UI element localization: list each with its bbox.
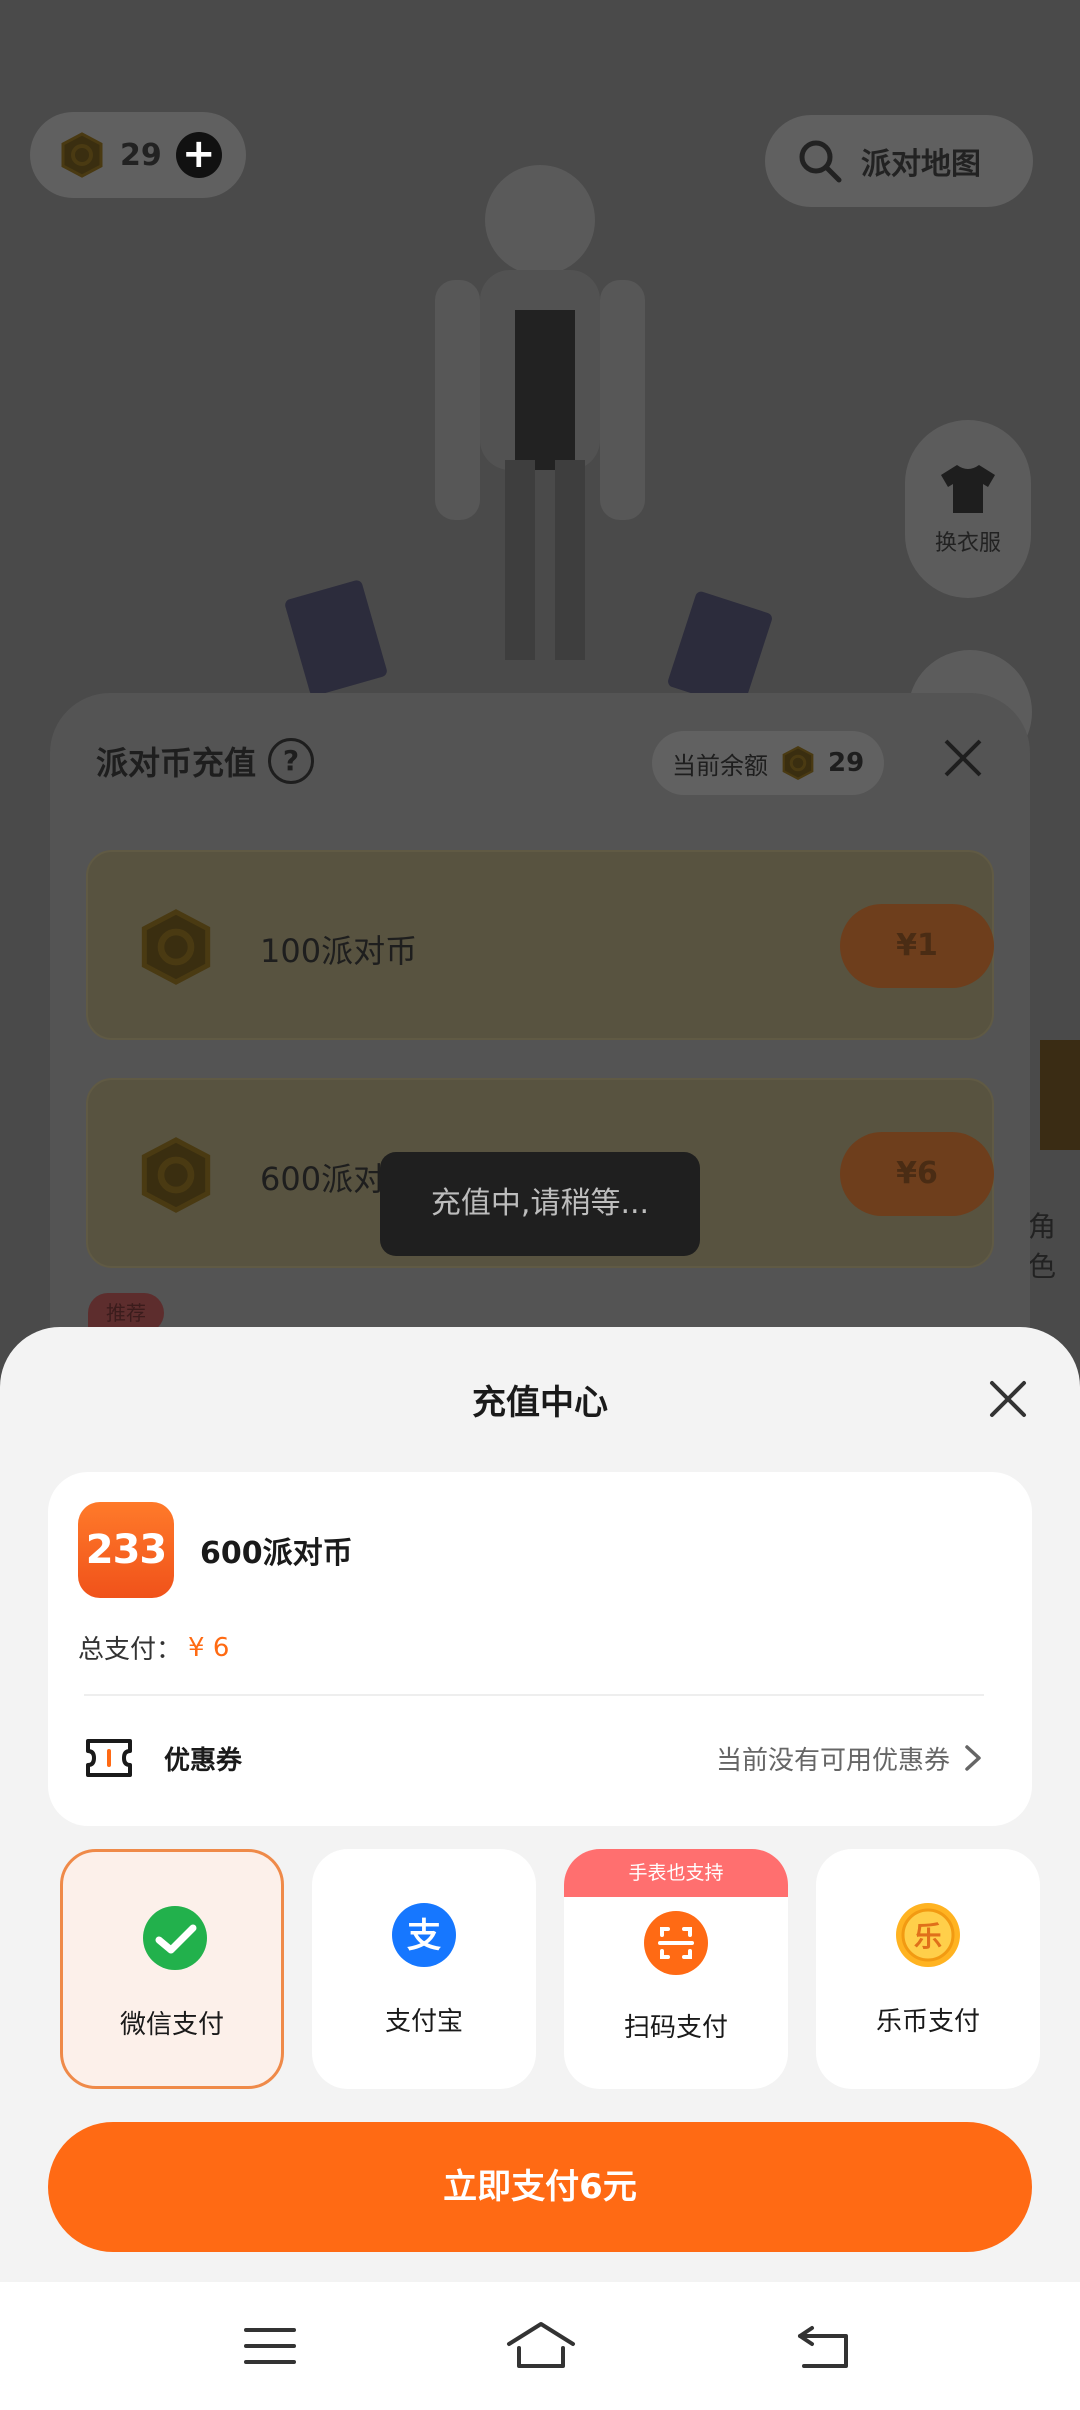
back-icon[interactable] xyxy=(792,2314,856,2378)
total-amount: ¥ 6 xyxy=(188,1632,230,1663)
search-icon xyxy=(799,140,842,183)
party-coin-icon xyxy=(136,1133,216,1217)
watch-support-tag: 手表也支持 xyxy=(564,1849,788,1897)
recharge-panel-title: 派对币充值 ? xyxy=(96,738,315,784)
app-logo: 233 xyxy=(78,1502,174,1598)
payment-method-label: 支付宝 xyxy=(384,2007,463,2037)
party-coin-icon xyxy=(58,131,106,179)
svg-text:乐: 乐 xyxy=(914,1920,942,1953)
coupon-status-text: 当前没有可用优惠券 xyxy=(715,1745,950,1776)
coupon-icon xyxy=(86,1739,132,1777)
lebi-icon: 乐 xyxy=(896,1903,960,1967)
side-banner-art xyxy=(1040,1040,1080,1150)
home-icon[interactable] xyxy=(505,2314,577,2378)
coin-pack-100[interactable]: 100派对币 ¥1 xyxy=(86,850,994,1040)
coupon-row[interactable]: 优惠券 当前没有可用优惠券 xyxy=(84,1726,984,1790)
balance-value: 29 xyxy=(828,748,865,778)
menu-icon[interactable] xyxy=(238,2314,302,2378)
order-summary-card: 233 600派对币 总支付： ¥ 6 优惠券 当前没有可用优惠券 xyxy=(48,1472,1032,1826)
party-map-label: 派对地图 xyxy=(861,147,981,182)
coupon-status: 当前没有可用优惠券 xyxy=(716,1740,984,1777)
sheet-title: 充值中心 xyxy=(472,1383,608,1423)
party-coin-icon xyxy=(136,905,216,989)
total-label: 总支付： xyxy=(78,1635,183,1665)
payment-methods: 微信支付 支 支付宝 手表也支持 扫码支付 乐 乐币支付 xyxy=(60,1849,1080,2101)
coin-balance-pill[interactable]: 29 + xyxy=(30,112,246,198)
side-role-label: 角色 xyxy=(1028,1210,1057,1283)
payment-method-label: 乐币支付 xyxy=(875,2007,980,2037)
party-map-button[interactable]: 派对地图 xyxy=(765,115,1033,207)
balance-label: 当前余额 xyxy=(672,751,768,780)
payment-method-lebi[interactable]: 乐 乐币支付 xyxy=(816,1849,1040,2089)
floating-card-left xyxy=(283,578,389,698)
recharge-title-text: 派对币充值 xyxy=(96,744,257,782)
scan-code-icon xyxy=(644,1911,708,1975)
payment-method-label: 微信支付 xyxy=(119,2010,224,2040)
payment-method-alipay[interactable]: 支 支付宝 xyxy=(312,1849,536,2089)
pay-now-button[interactable]: 立即支付6元 xyxy=(48,2122,1032,2252)
pack-price-button[interactable]: ¥1 xyxy=(840,904,994,988)
coupon-label: 优惠券 xyxy=(164,1745,243,1776)
payment-method-scan[interactable]: 手表也支持 扫码支付 xyxy=(564,1849,788,2089)
question-icon[interactable]: ? xyxy=(268,738,315,784)
product-name: 600派对币 xyxy=(200,1536,353,1571)
party-coin-icon xyxy=(780,745,816,781)
pack-name: 100派对币 xyxy=(260,932,418,970)
avatar-character xyxy=(395,160,685,680)
shirt-icon xyxy=(941,465,995,513)
wechat-pay-icon xyxy=(143,1906,207,1970)
wardrobe-button[interactable]: 换衣服 xyxy=(905,420,1031,598)
total-payment: 总支付： ¥ 6 xyxy=(78,1629,229,1666)
add-coins-button[interactable]: + xyxy=(175,132,222,178)
alipay-icon: 支 xyxy=(392,1903,456,1967)
coin-count: 29 xyxy=(120,137,162,173)
close-icon[interactable] xyxy=(986,1377,1030,1421)
recharging-toast: 充值中,请稍等... xyxy=(380,1152,700,1256)
payment-sheet: 充值中心 233 600派对币 总支付： ¥ 6 优惠券 当前没有可用优惠券 微… xyxy=(0,1327,1080,2282)
divider xyxy=(84,1694,984,1696)
wardrobe-label: 换衣服 xyxy=(934,531,1001,556)
payment-method-wechat[interactable]: 微信支付 xyxy=(60,1849,284,2089)
close-icon[interactable] xyxy=(940,735,986,781)
payment-method-label: 扫码支付 xyxy=(623,2013,728,2043)
system-navigation-bar xyxy=(0,2282,1080,2410)
chevron-right-icon xyxy=(965,1745,981,1771)
current-balance: 当前余额 29 xyxy=(652,731,885,795)
pack-price-button[interactable]: ¥6 xyxy=(840,1132,994,1216)
party-coin-recharge-panel: 派对币充值 ? 当前余额 29 100派对币 ¥1 600派对币 ¥6 推荐 xyxy=(50,693,1030,1393)
svg-text:支: 支 xyxy=(407,1916,441,1956)
